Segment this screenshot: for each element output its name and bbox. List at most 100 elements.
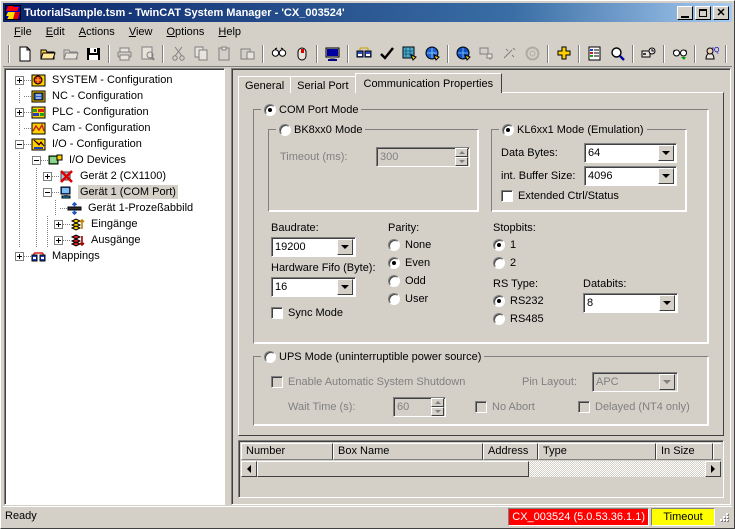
stopbits-option-2[interactable]: 2 bbox=[493, 257, 516, 269]
parity-even-radio[interactable] bbox=[388, 257, 400, 269]
timeout-spin-buttons[interactable] bbox=[455, 148, 468, 166]
watch-icon[interactable] bbox=[668, 43, 691, 65]
tree-item-prozessabbild[interactable]: Gerät 1-Prozeßabbild bbox=[7, 200, 222, 216]
tab-communication-properties[interactable]: Communication Properties bbox=[354, 73, 503, 93]
kl6xx1-mode-legend[interactable]: KL6xx1 Mode (Emulation) bbox=[499, 123, 647, 136]
column-header-number[interactable]: Number bbox=[241, 443, 333, 460]
ups-mode-radio[interactable] bbox=[264, 350, 276, 363]
chevron-down-icon[interactable] bbox=[658, 168, 674, 184]
rs-type-option-rs485[interactable]: RS485 bbox=[493, 313, 544, 325]
open-icon[interactable] bbox=[36, 43, 59, 65]
wait-time-spinner[interactable]: 60 bbox=[393, 397, 446, 417]
expander-minus-icon[interactable] bbox=[43, 187, 52, 197]
online-link-icon[interactable] bbox=[637, 43, 660, 65]
hardware-fifo-combo[interactable]: 16 bbox=[271, 277, 356, 297]
expander-plus-icon[interactable] bbox=[54, 219, 63, 229]
stopbits-option-1[interactable]: 1 bbox=[493, 239, 516, 251]
ups-mode-legend[interactable]: UPS Mode (uninterruptible power source) bbox=[261, 350, 485, 363]
com-port-mode-radio[interactable] bbox=[264, 103, 276, 116]
tab-serial-port[interactable]: Serial Port bbox=[290, 76, 356, 93]
expander-plus-icon[interactable] bbox=[15, 107, 24, 117]
check-config-icon[interactable] bbox=[375, 43, 398, 65]
configuration-tree[interactable]: SYSTEM - Configuration NC - Configuratio… bbox=[4, 68, 225, 505]
rs232-radio[interactable] bbox=[493, 295, 505, 307]
resize-grip-icon[interactable] bbox=[717, 510, 731, 524]
parity-option-none[interactable]: None bbox=[388, 239, 431, 251]
parity-option-user[interactable]: User bbox=[388, 293, 428, 305]
save-icon[interactable] bbox=[82, 43, 105, 65]
find-icon[interactable] bbox=[267, 43, 290, 65]
eventlogger-icon[interactable]: IQ bbox=[699, 43, 722, 65]
extended-ctrl-status-row[interactable]: Extended Ctrl/Status bbox=[501, 190, 619, 202]
menu-file[interactable]: File bbox=[7, 24, 39, 40]
baudrate-combo[interactable]: 19200 bbox=[271, 237, 356, 257]
kl6xx1-mode-radio[interactable] bbox=[502, 123, 514, 136]
tree-item-io-devices[interactable]: I/O Devices bbox=[7, 152, 222, 168]
show-properties-icon[interactable] bbox=[583, 43, 606, 65]
expander-plus-icon[interactable] bbox=[43, 171, 52, 181]
expander-plus-icon[interactable] bbox=[54, 235, 63, 245]
tree-item-ausgaenge[interactable]: Ausgänge bbox=[7, 232, 222, 248]
add-box-icon[interactable] bbox=[552, 43, 575, 65]
box-list-hscrollbar[interactable] bbox=[241, 461, 721, 477]
expander-plus-icon[interactable] bbox=[15, 251, 24, 261]
chevron-down-icon[interactable] bbox=[658, 145, 674, 161]
column-header-in-size[interactable]: In Size bbox=[656, 443, 713, 460]
stopbits-2-radio[interactable] bbox=[493, 257, 505, 269]
mappings-icon[interactable] bbox=[352, 43, 375, 65]
expander-minus-icon[interactable] bbox=[32, 155, 41, 165]
chevron-down-icon[interactable] bbox=[659, 374, 675, 390]
spin-up-icon[interactable] bbox=[455, 148, 468, 157]
databits-combo[interactable]: 8 bbox=[583, 293, 678, 313]
menu-actions[interactable]: Actions bbox=[72, 24, 122, 40]
chevron-down-icon[interactable] bbox=[337, 279, 353, 295]
maximize-button[interactable] bbox=[695, 5, 711, 20]
menu-options[interactable]: Options bbox=[159, 24, 211, 40]
no-abort-checkbox[interactable] bbox=[475, 401, 487, 413]
tree-item-plc-configuration[interactable]: PLC - Configuration bbox=[7, 104, 222, 120]
box-list[interactable]: Number Box Name Address Type In Size bbox=[238, 440, 724, 498]
spin-down-icon[interactable] bbox=[431, 407, 444, 416]
restart-run-icon[interactable] bbox=[421, 43, 444, 65]
parity-none-radio[interactable] bbox=[388, 239, 400, 251]
scope-icon[interactable] bbox=[730, 43, 735, 65]
enable-shutdown-row[interactable]: Enable Automatic System Shutdown bbox=[271, 376, 465, 388]
tree-item-system-configuration[interactable]: SYSTEM - Configuration bbox=[7, 72, 222, 88]
rs485-radio[interactable] bbox=[493, 313, 505, 325]
zoom-icon[interactable] bbox=[606, 43, 629, 65]
scroll-track[interactable] bbox=[529, 461, 705, 477]
expander-plus-icon[interactable] bbox=[15, 75, 24, 85]
sync-mode-checkbox[interactable] bbox=[271, 307, 283, 319]
parity-odd-radio[interactable] bbox=[388, 275, 400, 287]
delayed-checkbox[interactable] bbox=[578, 401, 590, 413]
new-icon[interactable] bbox=[13, 43, 36, 65]
parity-user-radio[interactable] bbox=[388, 293, 400, 305]
pin-layout-combo[interactable]: APC bbox=[592, 372, 678, 392]
column-header-box-name[interactable]: Box Name bbox=[333, 443, 483, 460]
stopbits-1-radio[interactable] bbox=[493, 239, 505, 251]
bk8xx0-mode-legend[interactable]: BK8xx0 Mode bbox=[276, 123, 366, 136]
buffer-size-combo[interactable]: 4096 bbox=[584, 166, 677, 186]
spin-down-icon[interactable] bbox=[455, 157, 468, 166]
tree-item-cam-configuration[interactable]: Cam - Configuration bbox=[7, 120, 222, 136]
chevron-down-icon[interactable] bbox=[337, 239, 353, 255]
tab-general[interactable]: General bbox=[238, 76, 292, 93]
bk8xx0-mode-radio[interactable] bbox=[279, 123, 291, 136]
menu-help[interactable]: Help bbox=[211, 24, 248, 40]
restart-config-icon[interactable] bbox=[452, 43, 475, 65]
expander-minus-icon[interactable] bbox=[15, 139, 24, 149]
parity-option-even[interactable]: Even bbox=[388, 257, 430, 269]
choose-target-system-icon[interactable] bbox=[321, 43, 344, 65]
minimize-button[interactable] bbox=[677, 5, 693, 20]
tree-item-io-configuration[interactable]: I/O - Configuration bbox=[7, 136, 222, 152]
tree-item-mappings[interactable]: Mappings bbox=[7, 248, 222, 264]
close-button[interactable]: ✕ bbox=[713, 5, 729, 20]
timeout-spinner[interactable]: 300 bbox=[376, 147, 470, 167]
spin-up-icon[interactable] bbox=[431, 398, 444, 407]
rs-type-option-rs232[interactable]: RS232 bbox=[493, 295, 544, 307]
extended-ctrl-status-checkbox[interactable] bbox=[501, 190, 513, 202]
title-bar[interactable]: TutorialSample.tsm - TwinCAT System Mana… bbox=[3, 3, 732, 22]
scroll-left-button[interactable] bbox=[241, 461, 257, 477]
menu-edit[interactable]: Edit bbox=[39, 24, 72, 40]
tree-item-nc-configuration[interactable]: NC - Configuration bbox=[7, 88, 222, 104]
